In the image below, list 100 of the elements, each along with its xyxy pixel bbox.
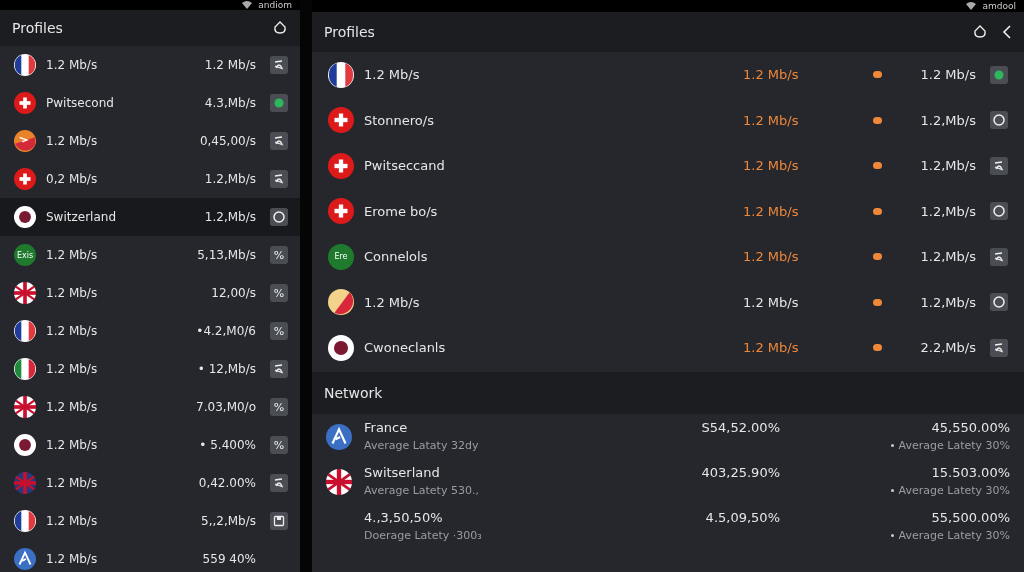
- scribble-icon: [270, 360, 288, 378]
- scribble-icon: [990, 156, 1008, 175]
- percent-value: 4.5,09,50%: [704, 509, 780, 525]
- bell-icon[interactable]: [972, 24, 988, 40]
- back-icon[interactable]: [1002, 25, 1012, 39]
- speed-value: 1.2 Mb/s: [743, 249, 800, 265]
- profile-name: Erome bo/s: [364, 203, 439, 219]
- profile-row[interactable]: 1.2 Mb/s 559 40%: [0, 540, 300, 572]
- latency-text: Average Latety 30%: [898, 438, 1010, 452]
- percent-value: 15.503.00%: [931, 464, 1010, 480]
- speed-value: 0,42.00%: [198, 476, 256, 490]
- profile-name: 0,2 Mb/s: [46, 172, 99, 186]
- speed-value: • 5.400%: [199, 438, 256, 452]
- scribble-icon: [270, 56, 288, 74]
- speed-value: 1.2 Mb/s: [743, 67, 800, 83]
- bell-icon[interactable]: [272, 20, 288, 36]
- network-name: Switserland: [364, 464, 440, 480]
- latency-text: Average Lataty 32dy: [364, 438, 480, 452]
- ring-icon: [990, 202, 1008, 221]
- profile-name: Pwitseccand: [364, 158, 446, 174]
- profile-row[interactable]: 1.2 Mb/s •4.2,M0/6 %: [0, 312, 300, 350]
- speed-value: 7.03,M0/o: [196, 400, 256, 414]
- speed-value: 1.2,Mb/s: [919, 112, 976, 128]
- save-icon: [270, 512, 288, 530]
- profile-name: 1.2 Mb/s: [46, 286, 99, 300]
- status-dot-icon: [990, 65, 1008, 84]
- profile-row[interactable]: 1.2 Mb/s 0,42.00%: [0, 464, 300, 502]
- speed-value: 1.2,Mb/s: [919, 249, 976, 265]
- status-text: amdool: [982, 1, 1016, 11]
- ring-icon: [270, 208, 288, 226]
- flag-badge: Exis: [14, 244, 36, 266]
- wifi-icon: [242, 1, 253, 9]
- speed-value: 1.2,Mb/s: [919, 158, 976, 174]
- profile-name: 1.2 Mb/s: [364, 294, 421, 310]
- profile-row[interactable]: 1.2 Mb/s 7.03,M0/o %: [0, 388, 300, 426]
- scribble-icon: [270, 170, 288, 188]
- profile-row[interactable]: 1.2 Mb/s 12,00/s %: [0, 274, 300, 312]
- percent-value: 55,500.00%: [931, 509, 1010, 525]
- speed-value: 1.2 Mb/s: [919, 67, 976, 83]
- speed-value: 1.2,Mb/s: [204, 172, 256, 186]
- scribble-icon: [990, 247, 1008, 266]
- section-title: Network: [324, 384, 384, 401]
- profile-name: 1.2 Mb/s: [46, 58, 99, 72]
- profile-row[interactable]: Exis 1.2 Mb/s 5,13,Mb/s %: [0, 236, 300, 274]
- speed-value: 1.2 Mb/s: [204, 58, 256, 72]
- profile-name: Pwitsecond: [46, 96, 115, 110]
- bullet-dot: [890, 488, 894, 492]
- speed-value: 1.2,Mb/s: [919, 294, 976, 310]
- speed-value: 1.2 Mb/s: [743, 112, 800, 128]
- profile-row[interactable]: 0,2 Mb/s 1.2,Mb/s: [0, 160, 300, 198]
- speed-value: 1.2 Mb/s: [743, 340, 800, 356]
- profile-name: 1.2 Mb/s: [46, 248, 99, 262]
- bullet-dot: [890, 533, 894, 537]
- percent-button[interactable]: %: [270, 246, 288, 264]
- percent-value: 45,550.00%: [931, 419, 1010, 435]
- profile-name: Cwoneclanls: [364, 340, 447, 356]
- status-text: andiom: [258, 0, 292, 10]
- profile-name: 1.2 Mb/s: [46, 134, 99, 148]
- scribble-icon: [270, 132, 288, 150]
- speed-value: 12,00/s: [211, 286, 256, 300]
- profile-name: 1.2 Mb/s: [46, 514, 99, 528]
- percent-button[interactable]: %: [270, 322, 288, 340]
- percent-button[interactable]: %: [270, 436, 288, 454]
- status-dot-icon: [270, 94, 288, 112]
- speed-value: 1.2 Mb/s: [743, 158, 800, 174]
- profile-name: 1.2 Mb/s: [46, 324, 99, 338]
- latency-text: Average Latety 30%: [898, 528, 1010, 542]
- percent-button[interactable]: %: [270, 398, 288, 416]
- speed-value: •4.2,M0/6: [196, 324, 256, 338]
- panel-title: Profiles: [12, 20, 64, 36]
- scribble-icon: [990, 338, 1008, 357]
- profile-name: Switzerland: [46, 210, 117, 224]
- speed-value: 2.2,Mb/s: [919, 340, 976, 356]
- latency-text: Average Latety 30%: [898, 483, 1010, 497]
- profile-row[interactable]: 1.2 Mb/s • 5.400% %: [0, 426, 300, 464]
- speed-value: 5,13,Mb/s: [197, 248, 256, 262]
- profile-row[interactable]: Pwitsecond 4.3,Mb/s: [0, 84, 300, 122]
- ring-icon: [990, 293, 1008, 312]
- profile-row[interactable]: 1.2 Mb/s 1.2 Mb/s: [0, 46, 300, 84]
- profile-row[interactable]: 1.2 Mb/s • 12,Mb/s: [0, 350, 300, 388]
- speed-value: 1.2 Mb/s: [743, 294, 800, 310]
- speed-value: 559 40%: [202, 552, 256, 566]
- speed-value: 5,,2,Mb/s: [201, 514, 256, 528]
- ring-icon: [990, 111, 1008, 130]
- network-name: France: [364, 419, 408, 435]
- speed-value: 0,45,00/s: [199, 134, 256, 148]
- speed-value: 1.2,Mb/s: [204, 210, 256, 224]
- profile-name: Connelols: [364, 249, 429, 265]
- profile-name: 1.2 Mb/s: [46, 552, 99, 566]
- speed-value: • 12,Mb/s: [197, 362, 256, 376]
- flag-badge: Ere: [328, 243, 354, 270]
- profile-row[interactable]: 1.2 Mb/s 0,45,00/s: [0, 122, 300, 160]
- network-name: 4.,3,50,50%: [364, 509, 443, 525]
- profile-row[interactable]: Switzerland 1.2,Mb/s: [0, 198, 300, 236]
- profile-name: 1.2 Mb/s: [46, 362, 99, 376]
- profile-row[interactable]: 1.2 Mb/s 5,,2,Mb/s: [0, 502, 300, 540]
- panel-title: Profiles: [324, 24, 376, 40]
- speed-value: 1.2 Mb/s: [743, 203, 800, 219]
- latency-text: Doerage Latety ·300₃: [364, 528, 483, 542]
- percent-button[interactable]: %: [270, 284, 288, 302]
